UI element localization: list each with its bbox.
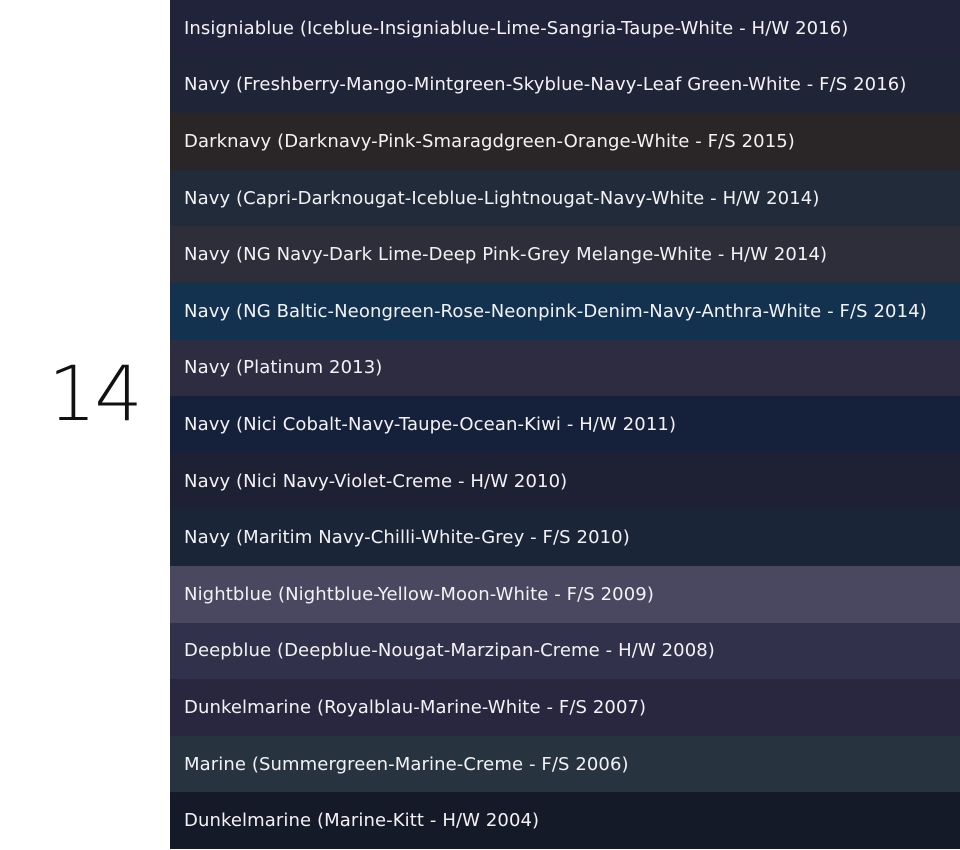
colorway-label: Navy (Nici Cobalt-Navy-Taupe-Ocean-Kiwi …	[184, 413, 677, 435]
colorway-item-2[interactable]: Navy (Freshberry-Mango-Mintgreen-Skyblue…	[170, 56, 960, 114]
colorway-label: Darknavy (Darknavy-Pink-Smaragdgreen-Ora…	[184, 130, 795, 152]
colorway-label: Insigniablue (Iceblue-Insigniablue-Lime-…	[184, 17, 849, 39]
colorway-item-8[interactable]: Navy (Nici Cobalt-Navy-Taupe-Ocean-Kiwi …	[170, 396, 960, 453]
colorway-item-5[interactable]: Navy (NG Navy-Dark Lime-Deep Pink-Grey M…	[170, 226, 960, 283]
colorway-label: Navy (Capri-Darknougat-Iceblue-Lightnoug…	[184, 187, 820, 209]
colorway-label: Deepblue (Deepblue-Nougat-Marzipan-Creme…	[184, 640, 715, 662]
colorway-item-11[interactable]: Nightblue (Nightblue-Yellow-Moon-White -…	[170, 565, 960, 623]
colorway-item-3[interactable]: Darknavy (Darknavy-Pink-Smaragdgreen-Ora…	[170, 113, 960, 170]
count-panel: 14	[0, 0, 170, 850]
item-count: 14	[48, 349, 143, 438]
colorway-label: Dunkelmarine (Marine-Kitt - H/W 2004)	[184, 810, 540, 832]
colorway-label: Marine (Summergreen-Marine-Creme - F/S 2…	[184, 753, 629, 775]
colorway-item-15[interactable]: Dunkelmarine (Marine-Kitt - H/W 2004)	[170, 792, 960, 849]
colorway-item-4[interactable]: Navy (Capri-Darknougat-Iceblue-Lightnoug…	[170, 169, 960, 227]
colorway-label: Navy (Freshberry-Mango-Mintgreen-Skyblue…	[184, 74, 907, 96]
colorway-label: Navy (NG Baltic-Neongreen-Rose-Neonpink-…	[184, 300, 927, 322]
colorway-label: Navy (Maritim Navy-Chilli-White-Grey - F…	[184, 527, 630, 549]
colorway-item-13[interactable]: Dunkelmarine (Royalblau-Marine-White - F…	[170, 679, 960, 736]
colorway-item-7[interactable]: Navy (Platinum 2013)	[170, 339, 960, 397]
colorway-label: Nightblue (Nightblue-Yellow-Moon-White -…	[184, 583, 654, 605]
colorway-item-6[interactable]: Navy (NG Baltic-Neongreen-Rose-Neonpink-…	[170, 282, 960, 340]
colorway-item-14[interactable]: Marine (Summergreen-Marine-Creme - F/S 2…	[170, 735, 960, 793]
colorway-label: Dunkelmarine (Royalblau-Marine-White - F…	[184, 696, 647, 718]
colorway-label: Navy (Nici Navy-Violet-Creme - H/W 2010)	[184, 470, 568, 492]
colorway-item-10[interactable]: Navy (Maritim Navy-Chilli-White-Grey - F…	[170, 509, 960, 566]
colorway-item-12[interactable]: Deepblue (Deepblue-Nougat-Marzipan-Creme…	[170, 622, 960, 680]
colorway-item-9[interactable]: Navy (Nici Navy-Violet-Creme - H/W 2010)	[170, 452, 960, 510]
colorway-label: Navy (NG Navy-Dark Lime-Deep Pink-Grey M…	[184, 244, 828, 266]
colorway-item-1[interactable]: Insigniablue (Iceblue-Insigniablue-Lime-…	[170, 0, 960, 57]
colorway-list: Insigniablue (Iceblue-Insigniablue-Lime-…	[170, 0, 960, 850]
colorway-label: Navy (Platinum 2013)	[184, 357, 383, 379]
